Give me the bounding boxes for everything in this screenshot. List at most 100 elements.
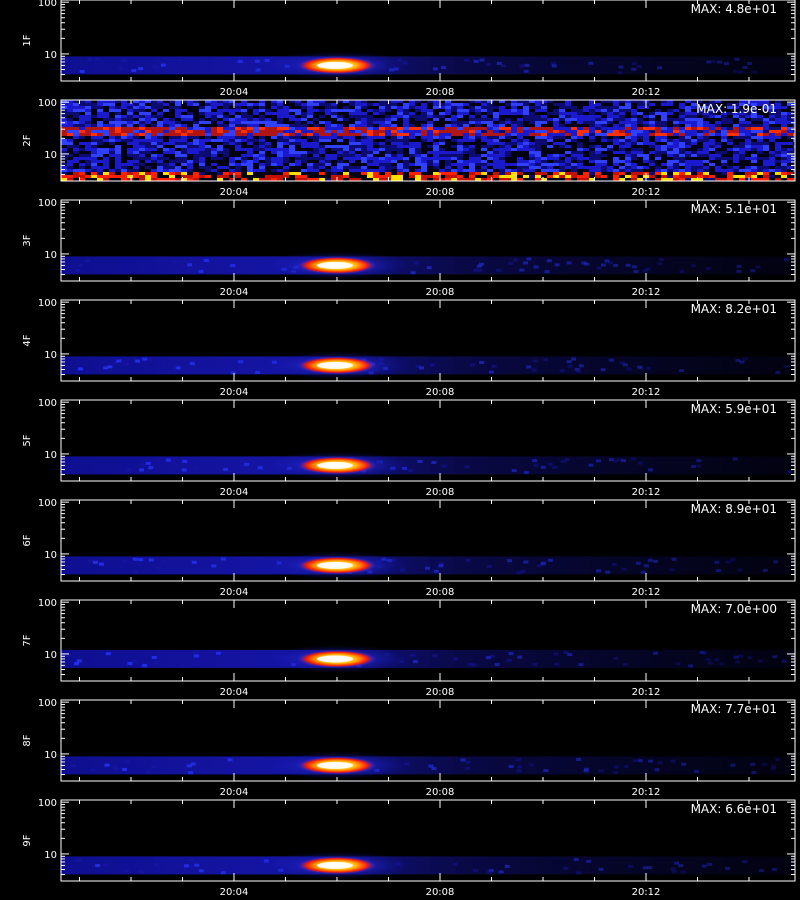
heatmap-cell xyxy=(61,145,67,148)
heatmap-cell xyxy=(505,127,511,130)
heatmap-cell xyxy=(481,139,487,142)
heatmap-cell xyxy=(451,160,457,163)
heatmap-cell xyxy=(67,172,73,175)
heatmap-cell xyxy=(463,151,469,154)
band-speckle xyxy=(127,662,133,666)
heatmap-cell xyxy=(679,154,685,157)
heatmap-cell xyxy=(193,148,199,151)
heatmap-cell xyxy=(373,130,379,133)
heatmap-cell xyxy=(403,157,409,160)
heatmap-cell xyxy=(187,109,193,112)
heatmap-cell xyxy=(379,166,385,169)
heatmap-cell xyxy=(481,103,487,106)
heatmap-cell xyxy=(475,136,481,139)
heatmap-cell xyxy=(145,124,151,127)
heatmap-cell xyxy=(97,115,103,118)
heatmap-cell xyxy=(589,118,595,121)
heatmap-cell xyxy=(715,166,721,169)
max-value-label: MAX: 5.1e+01 xyxy=(691,202,777,216)
heatmap-cell xyxy=(463,148,469,151)
heatmap-cell xyxy=(469,160,475,163)
band-speckle xyxy=(595,569,601,573)
y-tick-label: 100 xyxy=(38,98,57,109)
heatmap-cell xyxy=(187,106,193,109)
heatmap-cell xyxy=(775,172,781,175)
heatmap-cell xyxy=(733,154,739,157)
heatmap-cell xyxy=(607,127,613,130)
heatmap-cell xyxy=(781,133,787,136)
heatmap-cell xyxy=(385,136,391,139)
heatmap-cell xyxy=(277,157,283,160)
heatmap-cell xyxy=(403,166,409,169)
heatmap-cell xyxy=(613,166,619,169)
heatmap-cell xyxy=(541,166,547,169)
heatmap-cell xyxy=(625,157,631,160)
heatmap-cell xyxy=(163,124,169,127)
heatmap-cell xyxy=(355,115,361,118)
band-speckle xyxy=(174,269,180,273)
heatmap-cell xyxy=(403,103,409,106)
heatmap-cell xyxy=(541,118,547,121)
heatmap-cell xyxy=(793,139,795,142)
heatmap-cell xyxy=(229,115,235,118)
heatmap-cell xyxy=(163,148,169,151)
heatmap-cell xyxy=(97,148,103,151)
heatmap-cell xyxy=(91,169,97,172)
heatmap-cell xyxy=(625,115,631,118)
heatmap-cell xyxy=(631,136,637,139)
heatmap-cell xyxy=(535,166,541,169)
heatmap-cell xyxy=(625,112,631,115)
heatmap-cell xyxy=(685,175,691,178)
heatmap-cell xyxy=(73,112,79,115)
heatmap-cell xyxy=(421,121,427,124)
band-speckle xyxy=(519,64,525,68)
heatmap-cell xyxy=(247,130,253,133)
heatmap-cell xyxy=(133,118,139,121)
heatmap-cell xyxy=(259,163,265,166)
heatmap-cell xyxy=(307,133,313,136)
heatmap-cell xyxy=(145,163,151,166)
band-speckle xyxy=(104,763,110,767)
heatmap-cell xyxy=(517,142,523,145)
heatmap-cell xyxy=(673,142,679,145)
heatmap-cell xyxy=(451,151,457,154)
heatmap-cell xyxy=(205,115,211,118)
heatmap-cell xyxy=(151,142,157,145)
heatmap-cell xyxy=(697,169,703,172)
heatmap-cell xyxy=(313,121,319,124)
heatmap-cell xyxy=(409,106,415,109)
heatmap-cell xyxy=(379,118,385,121)
heatmap-cell xyxy=(493,139,499,142)
heatmap-cell xyxy=(553,118,559,121)
heatmap-cell xyxy=(91,151,97,154)
heatmap-cell xyxy=(391,136,397,139)
band-speckle xyxy=(613,770,619,774)
heatmap-cell xyxy=(709,130,715,133)
heatmap-cell xyxy=(151,127,157,130)
heatmap-cell xyxy=(349,133,355,136)
heatmap-cell xyxy=(697,136,703,139)
heatmap-cell xyxy=(487,115,493,118)
heatmap-cell xyxy=(133,169,139,172)
heatmap-cell xyxy=(409,172,415,175)
heatmap-cell xyxy=(673,130,679,133)
heatmap-cell xyxy=(505,154,511,157)
heatmap-cell xyxy=(151,130,157,133)
heatmap-cell xyxy=(199,124,205,127)
band-speckle xyxy=(161,363,167,367)
heatmap-cell xyxy=(457,175,463,178)
heatmap-cell xyxy=(457,106,463,109)
heatmap-cell xyxy=(193,121,199,124)
band-speckle xyxy=(647,866,653,870)
heatmap-cell xyxy=(295,118,301,121)
heatmap-cell xyxy=(361,157,367,160)
heatmap-cell xyxy=(661,163,667,166)
heatmap-cell xyxy=(427,109,433,112)
heatmap-cell xyxy=(559,151,565,154)
heatmap-cell xyxy=(499,175,505,178)
heatmap-cell xyxy=(91,157,97,160)
heatmap-cell xyxy=(325,157,331,160)
heatmap-cell xyxy=(121,133,127,136)
heatmap-cell xyxy=(733,175,739,178)
heatmap-cell xyxy=(595,139,601,142)
